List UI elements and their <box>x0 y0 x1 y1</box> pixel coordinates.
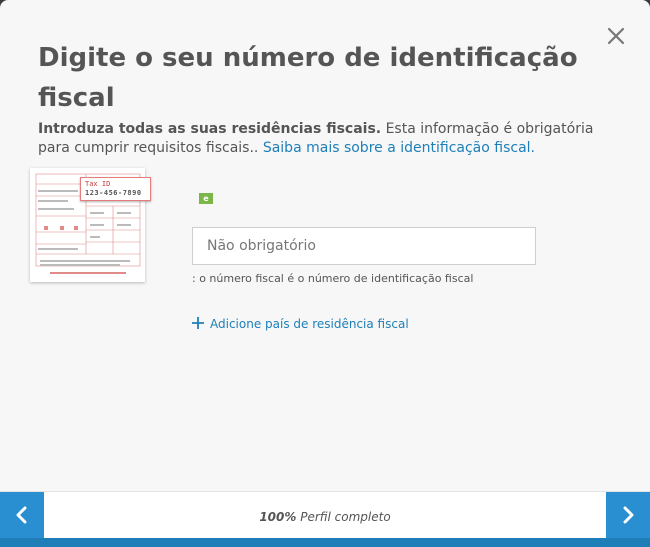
field-badge-icon: e <box>199 193 213 204</box>
wizard-footer: 100% Perfil completo <box>0 491 650 547</box>
add-tax-country-button[interactable]: Adicione país de residência fiscal <box>192 315 409 333</box>
tax-id-number: 123-456-7890 <box>85 189 142 197</box>
tax-id-callout: Tax ID 123-456-7890 <box>80 177 151 201</box>
progress-status: 100% Perfil completo <box>0 510 650 524</box>
tax-form-illustration: Tax ID 123-456-7890 <box>30 168 151 282</box>
close-icon[interactable] <box>604 24 628 48</box>
add-tax-country-label: Adicione país de residência fiscal <box>210 317 409 331</box>
dialog-title: Digite o seu número de identificação fis… <box>38 43 578 113</box>
intro-text: Introduza todas as suas residências fisc… <box>38 120 628 158</box>
chevron-right-icon <box>623 506 634 524</box>
learn-more-link[interactable]: Saiba mais sobre a identificação fiscal. <box>263 140 535 156</box>
tax-id-label: Tax ID <box>85 180 111 188</box>
progress-bar-fill <box>0 538 650 547</box>
progress-text: Perfil completo <box>296 510 391 524</box>
tax-id-input[interactable] <box>192 227 536 265</box>
progress-bar <box>0 538 650 547</box>
tax-id-dialog: Digite o seu número de identificação fis… <box>0 0 650 547</box>
field-hint: : o número fiscal é o número de identifi… <box>192 272 474 285</box>
intro-bold-text: Introduza todas as suas residências fisc… <box>38 121 382 137</box>
progress-percent: 100% <box>259 510 297 524</box>
plus-icon <box>192 315 204 333</box>
next-button[interactable] <box>606 492 650 538</box>
